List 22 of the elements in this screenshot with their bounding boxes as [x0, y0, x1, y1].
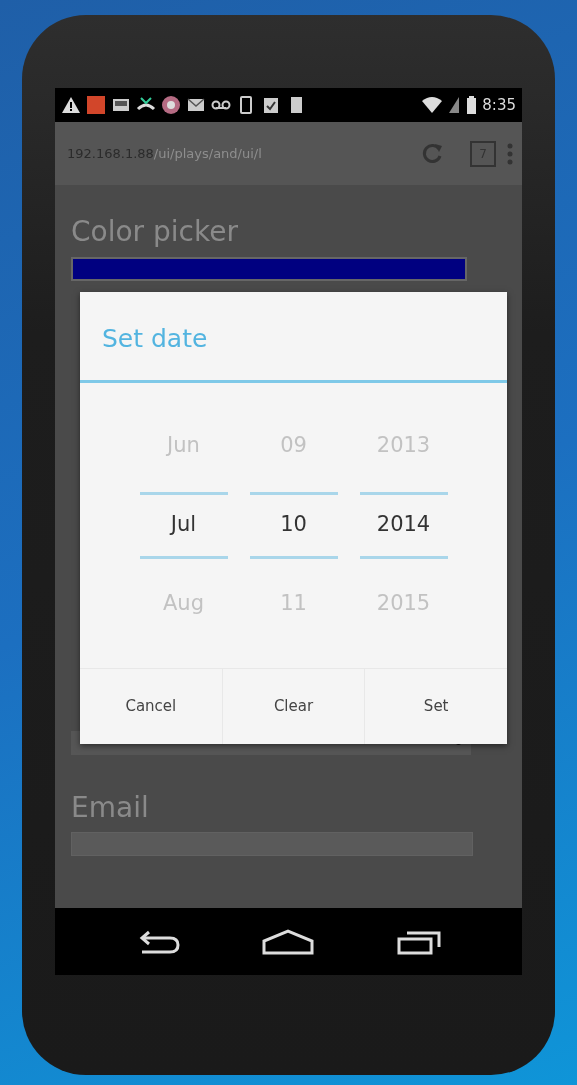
warning-icon: [61, 95, 81, 115]
battery-icon: [465, 95, 478, 115]
app-icon: [86, 95, 106, 115]
field-label: Email: [71, 790, 149, 825]
app-icon: [161, 95, 181, 115]
color-input[interactable]: [71, 256, 467, 281]
field-label: Color picker: [71, 215, 238, 249]
wifi-icon: [421, 95, 444, 115]
clipboard-check-icon: [261, 95, 281, 115]
reload-icon: [420, 141, 444, 166]
url-path: /ui/plays/and/ui/l: [153, 144, 262, 163]
home-icon: [262, 928, 315, 955]
dialog-title: Set date: [80, 292, 507, 383]
picker-value[interactable]: 2014: [359, 491, 448, 559]
dialog-button[interactable]: Set: [365, 668, 507, 744]
dialog-button[interactable]: Cancel: [80, 668, 223, 744]
overflow-menu-icon: [506, 141, 514, 166]
picker-value[interactable]: 10: [249, 491, 338, 559]
signal-icon: [448, 95, 461, 115]
picker-value[interactable]: Jul: [139, 491, 228, 559]
clock-time: 8:35: [482, 94, 516, 116]
dialog-button[interactable]: Clear: [222, 668, 366, 744]
